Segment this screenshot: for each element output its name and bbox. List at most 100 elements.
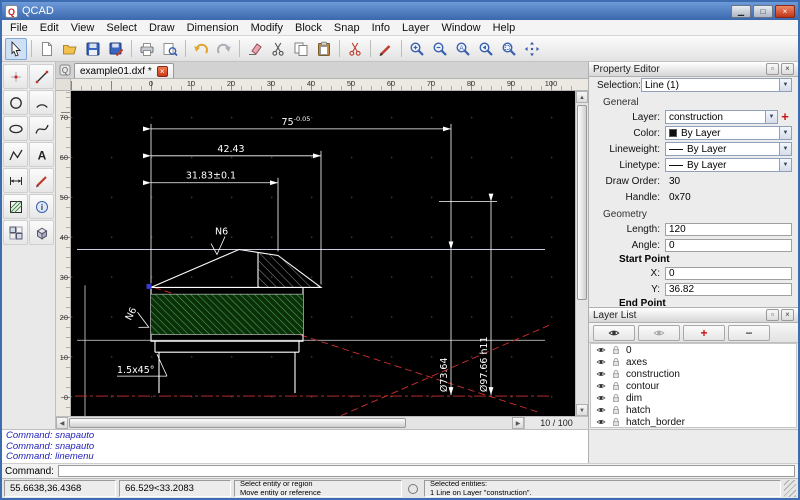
- layer-visible-eye-icon[interactable]: [596, 393, 607, 403]
- layer-lock-icon[interactable]: [611, 381, 622, 391]
- menu-view[interactable]: View: [65, 21, 101, 35]
- horizontal-scrollbar[interactable]: ◀ ▶: [56, 417, 524, 429]
- layer-row-hatch[interactable]: hatch: [591, 404, 796, 416]
- tab-close-button[interactable]: ×: [157, 66, 168, 77]
- scroll-up-icon[interactable]: ▲: [576, 91, 588, 103]
- new-file-button[interactable]: [36, 38, 58, 60]
- layer-lock-icon[interactable]: [611, 369, 622, 379]
- selection-button[interactable]: [5, 38, 27, 60]
- paste-button[interactable]: [313, 38, 335, 60]
- arc-tool-button[interactable]: [29, 90, 54, 115]
- resize-grip[interactable]: [784, 480, 796, 497]
- menu-help[interactable]: Help: [487, 21, 522, 35]
- menu-file[interactable]: File: [4, 21, 34, 35]
- point-tool-button[interactable]: [3, 64, 28, 89]
- zoom-out-button[interactable]: [429, 38, 451, 60]
- dimension-tool-button[interactable]: [3, 168, 28, 193]
- menu-block[interactable]: Block: [289, 21, 328, 35]
- layer-row-contour[interactable]: contour: [591, 380, 796, 392]
- layer-lock-icon[interactable]: [611, 345, 622, 355]
- layer-visible-eye-icon[interactable]: [596, 405, 607, 415]
- add-layer-quick-button[interactable]: +: [778, 110, 792, 124]
- remove-layer-button[interactable]: −: [728, 325, 770, 341]
- redo-button[interactable]: [213, 38, 235, 60]
- layer-lock-icon[interactable]: [611, 393, 622, 403]
- scroll-down-icon[interactable]: ▼: [576, 404, 588, 416]
- save-as-button[interactable]: [105, 38, 127, 60]
- layer-row-0[interactable]: 0: [591, 344, 796, 356]
- info-tool-button[interactable]: i: [29, 194, 54, 219]
- zoom-previous-button[interactable]: [475, 38, 497, 60]
- minimize-button[interactable]: ▁: [731, 5, 751, 18]
- print-preview-button[interactable]: [159, 38, 181, 60]
- erase-button[interactable]: [244, 38, 266, 60]
- body-section-hatch[interactable]: [151, 294, 303, 334]
- menu-layer[interactable]: Layer: [396, 21, 436, 35]
- linetype-combo[interactable]: By Layer ▼: [665, 158, 792, 172]
- draw-order-value[interactable]: 30: [665, 176, 680, 187]
- layer-lock-icon[interactable]: [611, 357, 622, 367]
- maximize-button[interactable]: □: [753, 5, 773, 18]
- horizontal-scroll-thumb[interactable]: [69, 418, 406, 428]
- zoom-in-button[interactable]: [406, 38, 428, 60]
- menu-edit[interactable]: Edit: [34, 21, 65, 35]
- layer-combo[interactable]: construction ▼: [665, 110, 778, 124]
- save-file-button[interactable]: [82, 38, 104, 60]
- layer-row-hatch_border[interactable]: hatch_border: [591, 416, 796, 428]
- vertical-scrollbar[interactable]: ▲ ▼: [575, 91, 588, 416]
- scroll-left-icon[interactable]: ◀: [56, 417, 68, 429]
- layer-row-axes[interactable]: axes: [591, 356, 796, 368]
- pen-button[interactable]: [375, 38, 397, 60]
- hatch-tool-button[interactable]: [3, 194, 28, 219]
- circle-tool-button[interactable]: [3, 90, 28, 115]
- explode-button[interactable]: [344, 38, 366, 60]
- tab-example01[interactable]: example01.dxf * ×: [74, 63, 174, 78]
- menu-window[interactable]: Window: [435, 21, 486, 35]
- menu-select[interactable]: Select: [100, 21, 143, 35]
- hide-all-layers-button[interactable]: [638, 325, 680, 341]
- panel-float-button[interactable]: ▫: [766, 63, 779, 75]
- menu-modify[interactable]: Modify: [245, 21, 289, 35]
- menu-snap[interactable]: Snap: [328, 21, 366, 35]
- ellipse-tool-button[interactable]: [3, 116, 28, 141]
- layer-lock-icon[interactable]: [611, 405, 622, 415]
- command-history[interactable]: Command: snapautoCommand: snapautoComman…: [2, 430, 588, 463]
- add-layer-button[interactable]: +: [683, 325, 725, 341]
- lineweight-combo[interactable]: By Layer ▼: [665, 142, 792, 156]
- length-field[interactable]: 120: [665, 223, 792, 236]
- layer-visible-eye-icon[interactable]: [596, 345, 607, 355]
- open-file-button[interactable]: [59, 38, 81, 60]
- spline-tool-button[interactable]: [29, 116, 54, 141]
- panel-close-button[interactable]: ×: [781, 309, 794, 321]
- scroll-right-icon[interactable]: ▶: [512, 417, 524, 429]
- layer-visible-eye-icon[interactable]: [596, 417, 607, 427]
- text-tool-button[interactable]: A: [29, 142, 54, 167]
- start-y-field[interactable]: 36.82: [665, 283, 792, 296]
- line-tool-button[interactable]: [29, 64, 54, 89]
- menu-draw[interactable]: Draw: [143, 21, 181, 35]
- undo-button[interactable]: [190, 38, 212, 60]
- polyline-tool-button[interactable]: [3, 142, 28, 167]
- menu-info[interactable]: Info: [366, 21, 396, 35]
- cut-button[interactable]: [267, 38, 289, 60]
- block-tool-button[interactable]: [3, 220, 28, 245]
- copy-button[interactable]: [290, 38, 312, 60]
- selection-point-marker[interactable]: [147, 284, 152, 289]
- panel-float-button[interactable]: ▫: [766, 309, 779, 321]
- vertical-scroll-thumb[interactable]: [577, 105, 587, 300]
- pan-button[interactable]: [521, 38, 543, 60]
- menu-dimension[interactable]: Dimension: [181, 21, 245, 35]
- layer-visible-eye-icon[interactable]: [596, 381, 607, 391]
- drawing-canvas[interactable]: 75-0.05 42.43 31.83±0.1 Ø73.64 Ø97.66 h1…: [71, 91, 575, 416]
- start-x-field[interactable]: 0: [665, 267, 792, 280]
- color-combo[interactable]: By Layer ▼: [665, 126, 792, 140]
- close-button[interactable]: ×: [775, 5, 795, 18]
- solid-tool-button[interactable]: [29, 220, 54, 245]
- selection-combo[interactable]: Line (1) ▼: [641, 78, 792, 92]
- zoom-auto-button[interactable]: A: [452, 38, 474, 60]
- print-button[interactable]: [136, 38, 158, 60]
- zoom-window-button[interactable]: [498, 38, 520, 60]
- panel-close-button[interactable]: ×: [781, 63, 794, 75]
- modify-tool-button[interactable]: [29, 168, 54, 193]
- show-all-layers-button[interactable]: [593, 325, 635, 341]
